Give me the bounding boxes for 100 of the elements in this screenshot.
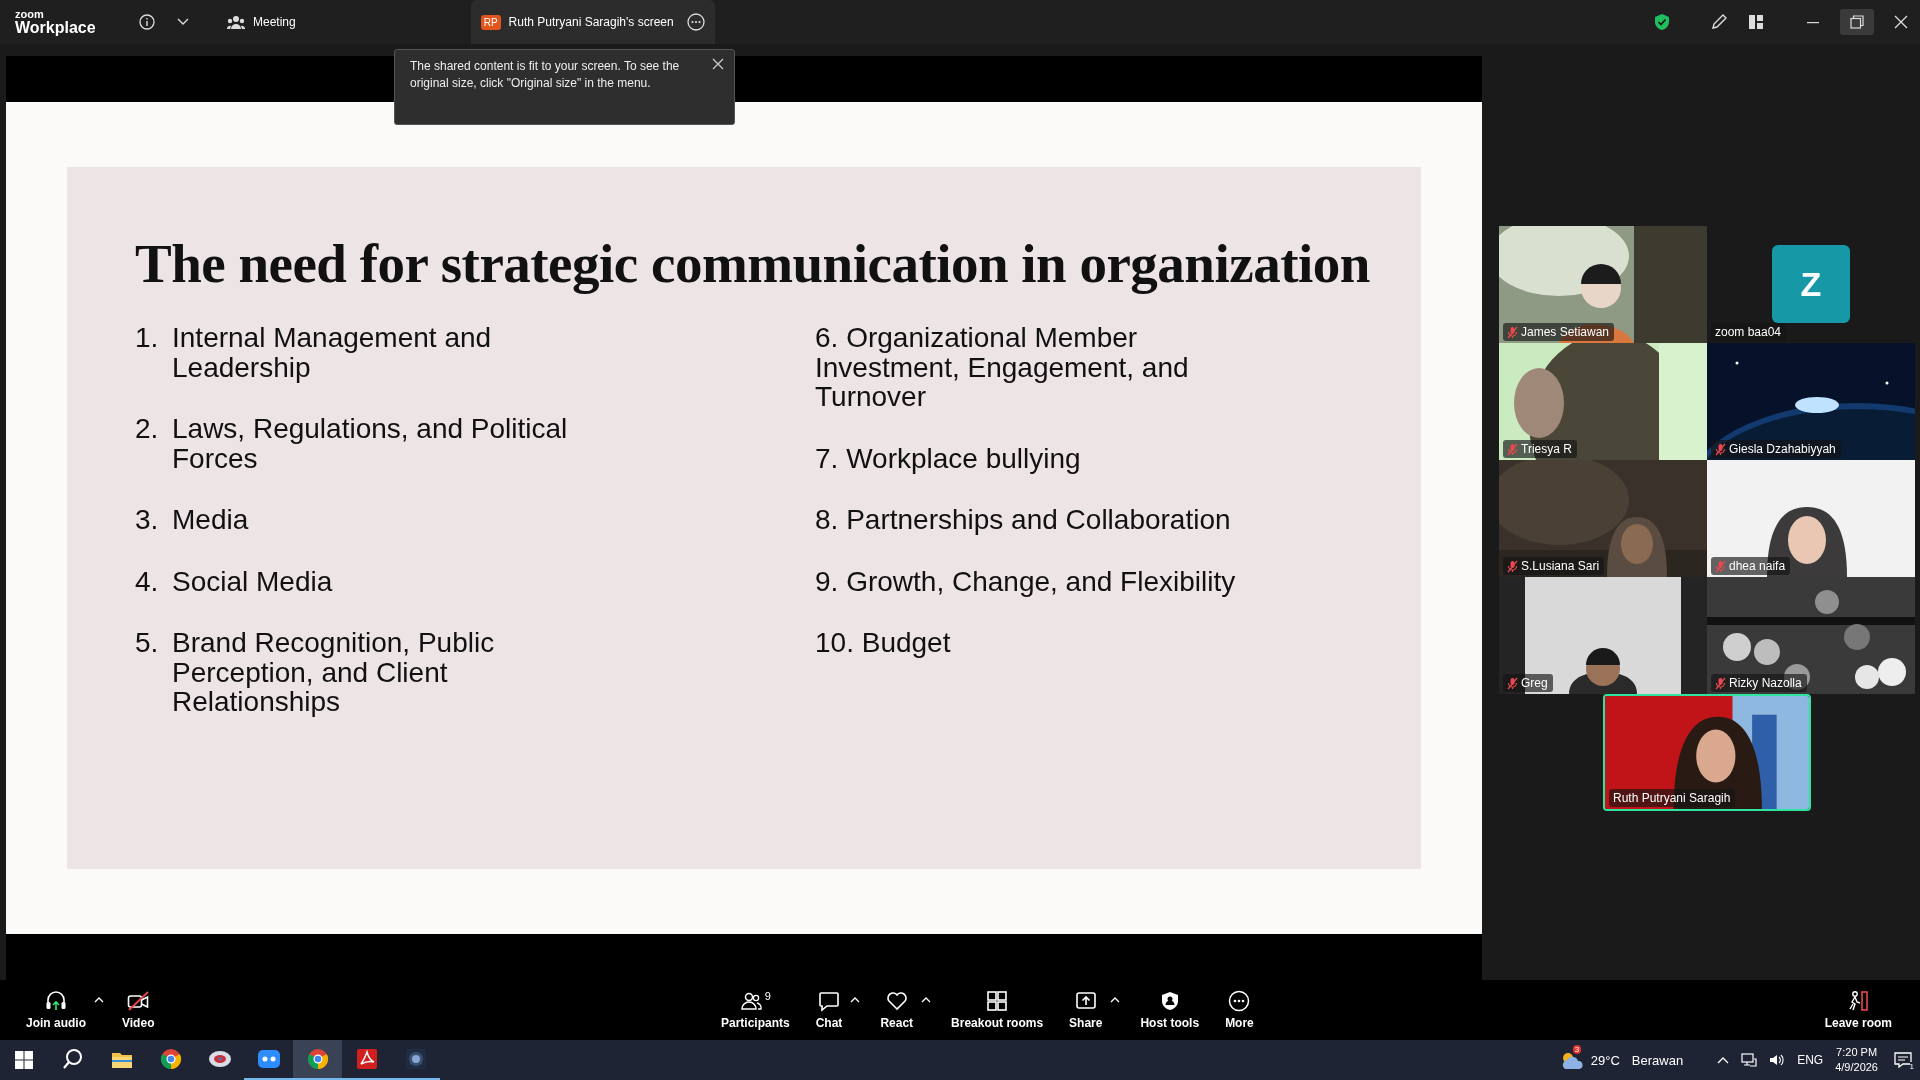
- language-indicator[interactable]: ENG: [1797, 1053, 1824, 1067]
- more-icon: [1228, 990, 1251, 1012]
- date-text: 4/9/2026: [1835, 1060, 1878, 1075]
- mic-off-icon: [1507, 676, 1518, 690]
- layout-icon[interactable]: [1748, 14, 1764, 30]
- video-tile[interactable]: James Setiawan: [1499, 226, 1707, 343]
- initials-badge: RP: [480, 14, 501, 30]
- participant-name: Ruth Putryani Saragih: [1613, 790, 1731, 806]
- mic-off-icon: [1715, 559, 1726, 573]
- exit-icon: [1847, 990, 1870, 1012]
- camera-app-icon: [403, 1047, 428, 1071]
- search-icon: [60, 1047, 85, 1071]
- grid-icon: [986, 990, 1009, 1012]
- shield-check-icon[interactable]: [1654, 13, 1670, 31]
- temperature-text: 29°C: [1590, 1052, 1620, 1068]
- network-icon[interactable]: [1741, 1053, 1758, 1067]
- caret-icon[interactable]: [1110, 995, 1121, 1003]
- headphones-icon: [45, 990, 67, 1012]
- share-screen-tab[interactable]: RP Ruth Putryani Saragih's screen: [470, 0, 715, 44]
- participant-name: Rizky Nazolla: [1729, 675, 1802, 691]
- volume-icon[interactable]: [1769, 1053, 1786, 1067]
- toolbar-button[interactable]: Join audio: [20, 986, 92, 1034]
- video-tile[interactable]: Rizky Nazolla: [1707, 577, 1915, 694]
- list-item-text: Brand Recognition, Public Perception, and Client Relationships: [172, 628, 496, 717]
- list-item-text: 10. Budget: [815, 628, 952, 658]
- video-tile[interactable]: dhea naifa: [1707, 460, 1915, 577]
- mic-off-icon: [1507, 442, 1518, 456]
- windows-start-icon[interactable]: [15, 1051, 33, 1069]
- mic-off-icon: [1715, 676, 1726, 690]
- chevron-down-icon[interactable]: [177, 18, 189, 26]
- video-tile[interactable]: Z zoom baa04: [1707, 226, 1915, 343]
- toolbar-button[interactable]: Share: [1063, 986, 1109, 1034]
- list-item-text: Internal Management and Leadership: [172, 323, 493, 382]
- participant-name: zoom baa04: [1715, 324, 1782, 340]
- list-number: 3.: [135, 505, 160, 535]
- info-icon[interactable]: [139, 14, 155, 30]
- notification-icon[interactable]: [1894, 1051, 1912, 1069]
- toolbar-button[interactable]: More: [1219, 986, 1260, 1034]
- list-item-text: 8. Partnerships and Collaboration: [815, 505, 1232, 535]
- logo-text: zoom: [15, 8, 45, 20]
- clock[interactable]: 7:20 PM 4/9/2026: [1835, 1045, 1878, 1075]
- video-tile[interactable]: Triesya R: [1499, 343, 1707, 460]
- participant-name: dhea naifa: [1729, 558, 1786, 574]
- caret-icon[interactable]: [850, 995, 861, 1003]
- notification-count: 1: [1909, 1062, 1914, 1071]
- restore-button[interactable]: [1840, 9, 1874, 35]
- document-app-icon: [354, 1047, 379, 1071]
- browser-icon: [305, 1047, 330, 1071]
- weather-condition: Berawan: [1631, 1052, 1684, 1068]
- video-tile[interactable]: Giesla Dzahabiyyah: [1707, 343, 1915, 460]
- share-screen-icon: [1074, 990, 1097, 1012]
- toolbar-button[interactable]: React: [874, 986, 920, 1034]
- meeting-tab-label[interactable]: Meeting: [253, 15, 296, 29]
- list-item-text: 9. Growth, Change, and Flexibility: [815, 566, 1237, 596]
- list-item-text: 6. Organizational Member Investment, Engagement, and Turnover: [815, 323, 1190, 412]
- chat-bubble-icon: [818, 990, 841, 1012]
- list-item-text: Social Media: [172, 566, 334, 596]
- list-item-text: 7. Workplace bullying: [815, 443, 1082, 473]
- mic-off-icon: [1507, 559, 1518, 573]
- caret-icon[interactable]: [94, 995, 104, 1003]
- mic-off-icon: [1507, 325, 1518, 339]
- zoom-app-icon: [256, 1047, 281, 1071]
- people-icon: [227, 15, 245, 29]
- notice-text: The shared content is fit to your screen. To see the original size, click "Original size" in the menu.: [410, 59, 680, 90]
- slide-title: The need for strategic communication in organization: [135, 235, 1370, 293]
- participant-name: James Setiawan: [1521, 324, 1610, 340]
- ellipsis-icon[interactable]: [686, 13, 705, 31]
- list-number: 5.: [135, 628, 160, 660]
- video-tile[interactable]: Ruth Putryani Saragih: [1603, 694, 1811, 811]
- participant-name: S.Lusiana Sari: [1521, 558, 1600, 574]
- mic-off-icon: [1715, 442, 1726, 456]
- list-number: 1.: [135, 323, 160, 355]
- close-icon[interactable]: [1894, 15, 1908, 29]
- chevron-up-icon[interactable]: [1717, 1056, 1730, 1064]
- toolbar-button[interactable]: Breakout rooms: [945, 986, 1050, 1034]
- participant-name: Triesya R: [1521, 441, 1572, 457]
- toolbar-button[interactable]: Host tools: [1134, 986, 1206, 1034]
- browser-icon: [158, 1047, 183, 1071]
- list-item-text: Laws, Regulations, and Political Forces: [172, 414, 569, 473]
- close-icon[interactable]: [712, 58, 724, 70]
- toolbar-button[interactable]: 9 Participants: [715, 986, 796, 1034]
- heart-icon: [885, 990, 908, 1012]
- tab-label: Ruth Putryani Saragih's screen: [508, 15, 674, 29]
- weather-badge: 3: [1572, 1045, 1582, 1054]
- video-tile[interactable]: Greg: [1499, 577, 1707, 694]
- time-text: 7:20 PM: [1836, 1045, 1878, 1060]
- list-item-text: Media: [172, 505, 250, 535]
- caret-icon[interactable]: [921, 995, 932, 1003]
- toolbar-button[interactable]: Chat: [809, 986, 849, 1034]
- list-number: 2.: [135, 414, 160, 446]
- restore-icon: [1850, 15, 1864, 29]
- avatar-tile: Z: [1772, 245, 1850, 323]
- people-icon: [739, 990, 762, 1012]
- leave-button[interactable]: Leave room: [1818, 986, 1898, 1034]
- participant-name: Giesla Dzahabiyyah: [1729, 441, 1836, 457]
- video-tile[interactable]: S.Lusiana Sari: [1499, 460, 1707, 577]
- toolbar-button[interactable]: Video: [116, 986, 161, 1034]
- list-number: 4.: [135, 566, 160, 596]
- pen-icon[interactable]: [1710, 13, 1728, 31]
- participant-count: 9: [764, 990, 771, 1002]
